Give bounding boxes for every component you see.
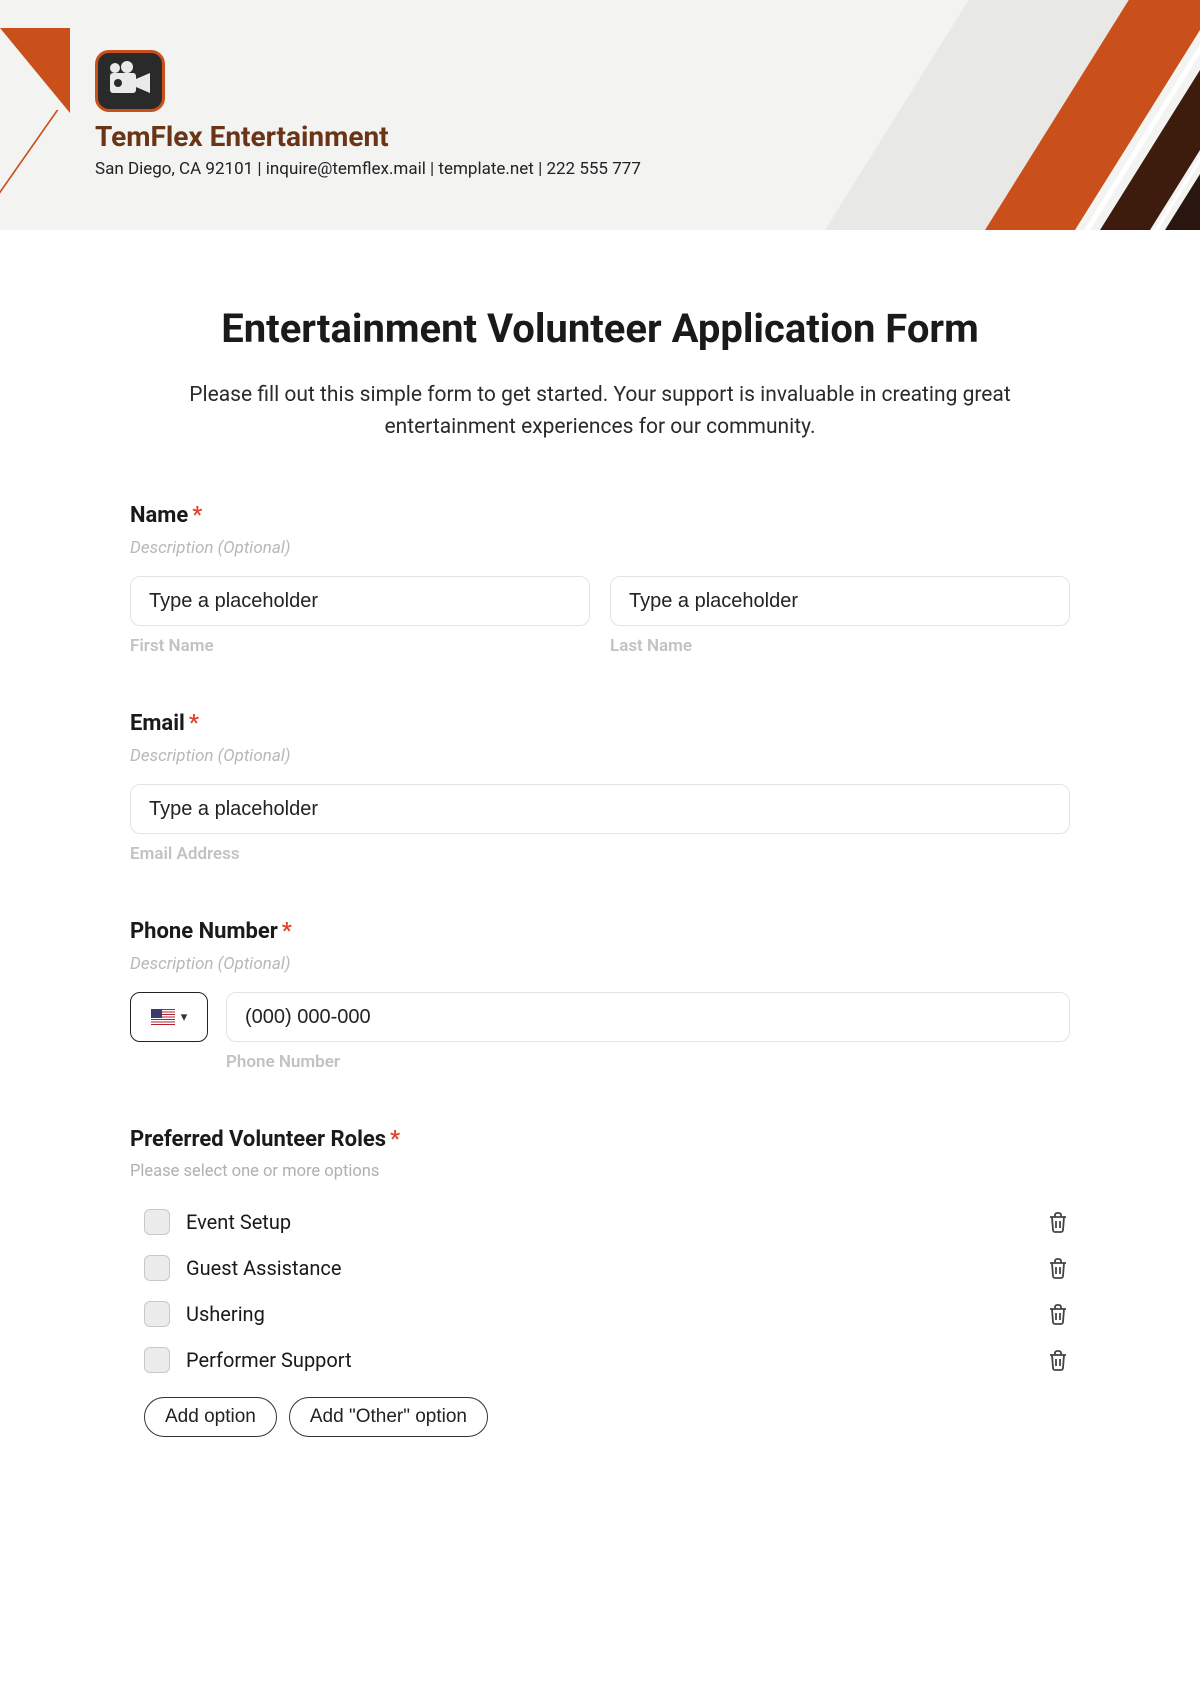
email-sublabel: Email Address <box>130 844 1070 864</box>
phone-label: Phone Number <box>130 919 278 944</box>
required-asterisk: * <box>189 711 199 736</box>
roles-help: Please select one or more options <box>130 1162 1070 1181</box>
first-name-sublabel: First Name <box>130 636 590 656</box>
field-phone: Phone Number * Description (Optional) ▾ … <box>130 919 1070 1072</box>
name-label: Name <box>130 503 188 528</box>
country-code-selector[interactable]: ▾ <box>130 992 208 1042</box>
add-other-option-button[interactable]: Add "Other" option <box>289 1397 488 1437</box>
email-input[interactable] <box>130 784 1070 834</box>
option-label[interactable]: Event Setup <box>186 1210 291 1234</box>
checkbox[interactable] <box>144 1347 170 1373</box>
form-body: Entertainment Volunteer Application Form… <box>0 230 1200 1532</box>
option-row: Performer Support <box>144 1337 1070 1383</box>
company-name: TemFlex Entertainment <box>95 120 1200 153</box>
email-description[interactable]: Description (Optional) <box>130 746 1070 766</box>
first-name-input[interactable] <box>130 576 590 626</box>
last-name-input[interactable] <box>610 576 1070 626</box>
checkbox[interactable] <box>144 1255 170 1281</box>
form-intro: Please fill out this simple form to get … <box>130 380 1070 443</box>
checkbox[interactable] <box>144 1209 170 1235</box>
checkbox[interactable] <box>144 1301 170 1327</box>
form-title: Entertainment Volunteer Application Form <box>130 305 1070 352</box>
option-row: Ushering <box>144 1291 1070 1337</box>
trash-icon[interactable] <box>1046 1210 1070 1234</box>
email-label: Email <box>130 711 185 736</box>
name-description[interactable]: Description (Optional) <box>130 538 1070 558</box>
chevron-down-icon: ▾ <box>181 1010 188 1025</box>
option-row: Guest Assistance <box>144 1245 1070 1291</box>
option-label[interactable]: Ushering <box>186 1302 265 1326</box>
roles-options: Event Setup Guest Assistance Ushering <box>144 1199 1070 1383</box>
camera-logo-icon <box>95 50 165 112</box>
option-label[interactable]: Performer Support <box>186 1348 352 1372</box>
field-email: Email * Description (Optional) Email Add… <box>130 711 1070 864</box>
required-asterisk: * <box>390 1127 400 1152</box>
last-name-sublabel: Last Name <box>610 636 1070 656</box>
logo-block: TemFlex Entertainment San Diego, CA 9210… <box>95 50 1200 179</box>
phone-description[interactable]: Description (Optional) <box>130 954 1070 974</box>
us-flag-icon <box>151 1009 175 1025</box>
required-asterisk: * <box>282 919 292 944</box>
add-option-button[interactable]: Add option <box>144 1397 277 1437</box>
trash-icon[interactable] <box>1046 1302 1070 1326</box>
decor-triangle <box>0 28 70 113</box>
field-name: Name * Description (Optional) First Name… <box>130 503 1070 656</box>
option-label[interactable]: Guest Assistance <box>186 1256 342 1280</box>
option-row: Event Setup <box>144 1199 1070 1245</box>
roles-label: Preferred Volunteer Roles <box>130 1127 386 1152</box>
trash-icon[interactable] <box>1046 1348 1070 1372</box>
company-contact: San Diego, CA 92101 | inquire@temflex.ma… <box>95 159 1200 179</box>
phone-input[interactable] <box>226 992 1070 1042</box>
phone-sublabel: Phone Number <box>226 1052 1070 1072</box>
trash-icon[interactable] <box>1046 1256 1070 1280</box>
letterhead-header: TemFlex Entertainment San Diego, CA 9210… <box>0 0 1200 230</box>
field-roles: Preferred Volunteer Roles * Please selec… <box>130 1127 1070 1437</box>
required-asterisk: * <box>192 503 202 528</box>
